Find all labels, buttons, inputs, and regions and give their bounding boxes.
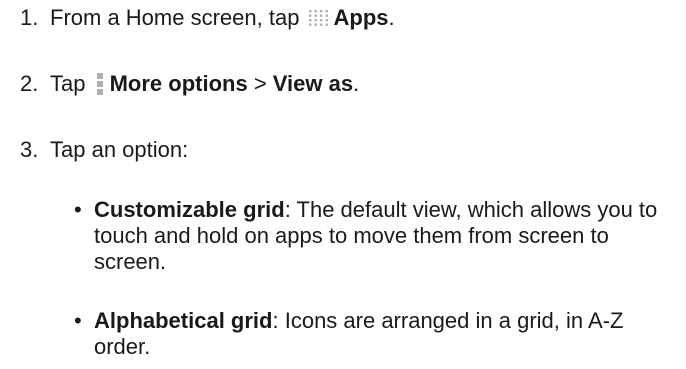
step-1: 1. From a Home screen, tap Apps.	[20, 5, 395, 31]
option-name: Alphabetical grid	[94, 308, 273, 333]
more-options-icon	[96, 73, 103, 95]
step-number: 3.	[20, 137, 39, 162]
step-number: 2.	[20, 71, 39, 96]
apps-grid-icon	[308, 10, 328, 26]
apps-label: Apps	[333, 5, 389, 30]
step-text: Tap an option:	[50, 137, 189, 162]
step-number: 1.	[20, 5, 39, 30]
bullet-dot: •	[74, 308, 82, 333]
more-options-label: More options	[109, 71, 248, 96]
option-text: Customizable grid: The default view, whi…	[74, 197, 674, 275]
step-text: Tap	[50, 71, 92, 96]
option-text: Alphabetical grid: Icons are arranged in…	[74, 308, 674, 360]
view-as-label: View as	[272, 71, 354, 96]
option-name: Customizable grid	[94, 197, 285, 222]
step-separator: >	[247, 71, 273, 96]
option-customizable-grid: • Customizable grid: The default view, w…	[74, 197, 674, 275]
step-2: 2. Tap More options > View as.	[20, 71, 359, 97]
step-punct: .	[353, 71, 360, 96]
option-alphabetical-grid: • Alphabetical grid: Icons are arranged …	[74, 308, 674, 360]
step-punct: .	[388, 5, 395, 30]
bullet-dot: •	[74, 197, 82, 222]
step-text: From a Home screen, tap	[50, 5, 306, 30]
step-3: 3. Tap an option:	[20, 137, 188, 163]
